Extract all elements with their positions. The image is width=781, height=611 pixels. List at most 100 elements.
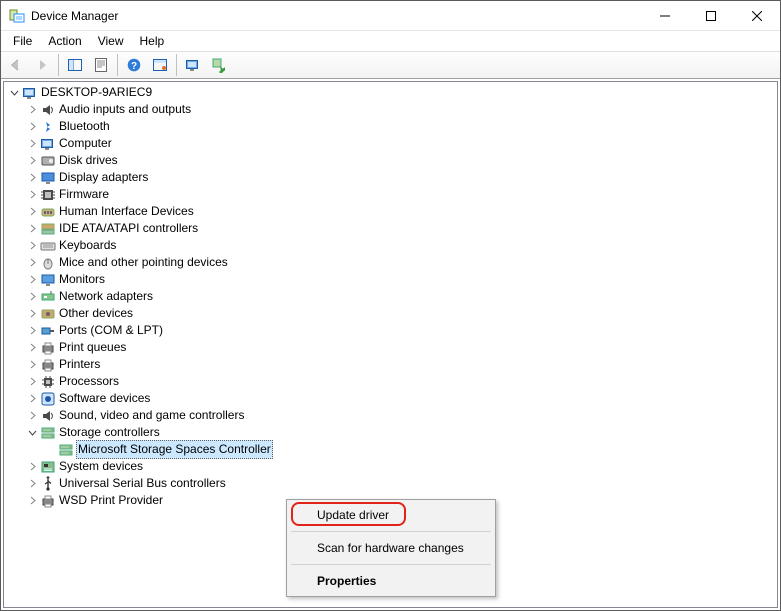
keyboard-icon xyxy=(40,238,56,254)
tree-category-label: Disk drives xyxy=(59,152,118,169)
scan-hardware-button[interactable] xyxy=(181,53,205,77)
expand-icon[interactable] xyxy=(26,240,38,252)
printq-icon xyxy=(40,340,56,356)
tree-category[interactable]: Ports (COM & LPT) xyxy=(4,322,777,339)
expand-icon[interactable] xyxy=(26,257,38,269)
expand-icon[interactable] xyxy=(26,342,38,354)
tree-root-label: DESKTOP-9ARIEC9 xyxy=(41,84,152,101)
tree-category[interactable]: Firmware xyxy=(4,186,777,203)
help-button[interactable]: ? xyxy=(122,53,146,77)
toolbar-separator xyxy=(176,54,177,76)
menu-view[interactable]: View xyxy=(90,32,132,50)
minimize-button[interactable] xyxy=(642,1,688,31)
expand-icon[interactable] xyxy=(26,495,38,507)
expand-icon[interactable] xyxy=(26,189,38,201)
menu-file[interactable]: File xyxy=(5,32,40,50)
close-button[interactable] xyxy=(734,1,780,31)
tree-category[interactable]: Software devices xyxy=(4,390,777,407)
action-button[interactable] xyxy=(148,53,172,77)
tree-category[interactable]: Human Interface Devices xyxy=(4,203,777,220)
properties-button[interactable] xyxy=(89,53,113,77)
tree-category-label: Human Interface Devices xyxy=(59,203,194,220)
collapse-icon[interactable] xyxy=(26,427,38,439)
expand-icon[interactable] xyxy=(26,325,38,337)
tree-category[interactable]: Display adapters xyxy=(4,169,777,186)
tree-category-label: Sound, video and game controllers xyxy=(59,407,244,424)
expand-icon[interactable] xyxy=(26,376,38,388)
menu-help[interactable]: Help xyxy=(132,32,173,50)
computer-icon xyxy=(40,136,56,152)
tree-category[interactable]: Audio inputs and outputs xyxy=(4,101,777,118)
tree-category[interactable]: Print queues xyxy=(4,339,777,356)
cpu-icon xyxy=(40,374,56,390)
tree-category[interactable]: Printers xyxy=(4,356,777,373)
expand-icon[interactable] xyxy=(26,291,38,303)
tree-category-label: Processors xyxy=(59,373,119,390)
tree-category[interactable]: Keyboards xyxy=(4,237,777,254)
usb-icon xyxy=(40,476,56,492)
app-icon xyxy=(9,8,25,24)
forward-button[interactable] xyxy=(30,53,54,77)
tree-category-label: Monitors xyxy=(59,271,105,288)
ctx-properties[interactable]: Properties xyxy=(289,568,493,594)
other-icon xyxy=(40,306,56,322)
tree-category-label: Keyboards xyxy=(59,237,116,254)
ctx-scan-hardware[interactable]: Scan for hardware changes xyxy=(289,535,493,561)
tree-category-label: WSD Print Provider xyxy=(59,492,163,509)
expand-icon[interactable] xyxy=(26,308,38,320)
tree-category[interactable]: Universal Serial Bus controllers xyxy=(4,475,777,492)
tree-category[interactable]: IDE ATA/ATAPI controllers xyxy=(4,220,777,237)
tree-category-label: System devices xyxy=(59,458,143,475)
software-icon xyxy=(40,391,56,407)
computer-icon xyxy=(22,85,38,101)
tree-category[interactable]: Computer xyxy=(4,135,777,152)
disk-icon xyxy=(40,153,56,169)
expand-icon[interactable] xyxy=(26,104,38,116)
tree-category[interactable]: System devices xyxy=(4,458,777,475)
hid-icon xyxy=(40,204,56,220)
expand-icon[interactable] xyxy=(26,172,38,184)
expand-icon[interactable] xyxy=(26,393,38,405)
expand-icon[interactable] xyxy=(26,410,38,422)
expand-icon[interactable] xyxy=(26,274,38,286)
ide-icon xyxy=(40,221,56,237)
tree-category-label: Universal Serial Bus controllers xyxy=(59,475,226,492)
tree-category-label: Computer xyxy=(59,135,112,152)
toolbar: ? xyxy=(1,51,780,79)
expand-icon[interactable] xyxy=(26,138,38,150)
tree-root[interactable]: DESKTOP-9ARIEC9 xyxy=(4,84,777,101)
menu-action[interactable]: Action xyxy=(40,32,89,50)
menubar: File Action View Help xyxy=(1,31,780,51)
update-driver-button[interactable] xyxy=(207,53,231,77)
ctx-update-driver[interactable]: Update driver xyxy=(289,502,493,528)
window-title: Device Manager xyxy=(31,9,642,23)
tree-category[interactable]: Network adapters xyxy=(4,288,777,305)
expand-icon[interactable] xyxy=(26,155,38,167)
tree-category[interactable]: Monitors xyxy=(4,271,777,288)
tree-device-label: Microsoft Storage Spaces Controller xyxy=(76,440,273,459)
expand-icon[interactable] xyxy=(26,206,38,218)
tree-category[interactable]: Mice and other pointing devices xyxy=(4,254,777,271)
show-hide-tree-button[interactable] xyxy=(63,53,87,77)
mouse-icon xyxy=(40,255,56,271)
expand-icon[interactable] xyxy=(26,359,38,371)
monitor-icon xyxy=(40,272,56,288)
tree-category[interactable]: Storage controllers xyxy=(4,424,777,441)
back-button[interactable] xyxy=(4,53,28,77)
tree-category[interactable]: Disk drives xyxy=(4,152,777,169)
maximize-button[interactable] xyxy=(688,1,734,31)
bluetooth-icon xyxy=(40,119,56,135)
expand-icon[interactable] xyxy=(26,223,38,235)
expand-icon[interactable] xyxy=(26,478,38,490)
tree-device[interactable]: Microsoft Storage Spaces Controller xyxy=(4,441,777,458)
tree-category[interactable]: Sound, video and game controllers xyxy=(4,407,777,424)
tree-category[interactable]: Processors xyxy=(4,373,777,390)
tree-category[interactable]: Other devices xyxy=(4,305,777,322)
expand-icon[interactable] xyxy=(26,121,38,133)
tree-category[interactable]: Bluetooth xyxy=(4,118,777,135)
expander-none xyxy=(44,444,56,456)
expand-icon[interactable] xyxy=(26,461,38,473)
collapse-icon[interactable] xyxy=(8,87,20,99)
sound-icon xyxy=(40,408,56,424)
audio-icon xyxy=(40,102,56,118)
